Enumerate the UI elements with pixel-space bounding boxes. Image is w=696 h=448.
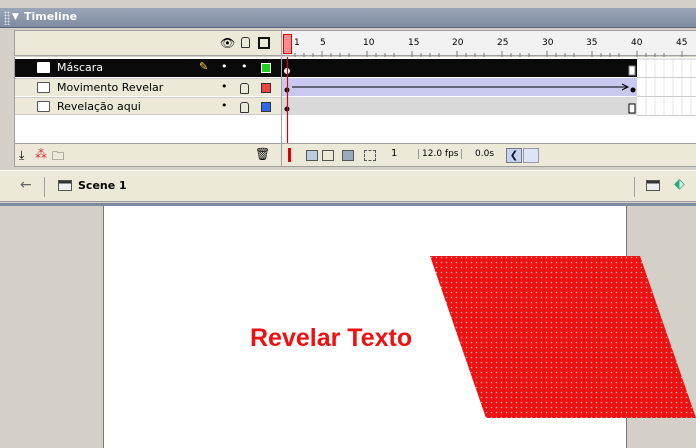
reveal-text[interactable]: Revelar Texto	[250, 324, 412, 353]
grip-handle-icon[interactable]	[4, 11, 10, 25]
center-frame-icon[interactable]	[288, 148, 291, 162]
edit-scene-icon[interactable]	[646, 180, 660, 191]
lock-dot[interactable]: •	[241, 60, 248, 73]
frame-ruler[interactable]: 1 5 10 15 20 25 30 35 40 45	[282, 30, 696, 57]
visibility-dot[interactable]: •	[221, 99, 228, 112]
visibility-dot[interactable]: •	[221, 60, 228, 73]
pencil-icon[interactable]: ✎	[199, 60, 208, 73]
delete-layer-icon[interactable]: 🗑	[255, 147, 270, 161]
frames-grid	[282, 57, 696, 143]
eye-icon[interactable]: 👁	[220, 36, 235, 50]
timeline-title-bar[interactable]: ▼ Timeline	[0, 8, 696, 28]
onion-outline-icon[interactable]	[322, 150, 334, 161]
frame-number: 30	[542, 38, 554, 48]
horizontal-scrollbar-thumb[interactable]	[523, 148, 539, 163]
frame-number: 1	[294, 38, 300, 48]
outline-icon[interactable]	[258, 37, 270, 49]
frame-number: 25	[497, 38, 509, 48]
current-frame: 1	[391, 148, 398, 159]
timeline-panel: ▼ Timeline 👁 1 5 10 15 20 25 30 35 40 45…	[0, 0, 696, 170]
separator	[44, 177, 45, 197]
frame-number: 35	[586, 38, 598, 48]
insert-layer-icon[interactable]: ⤓	[19, 148, 24, 163]
frame-number: 5	[320, 38, 326, 48]
layer-row[interactable]: Revelação aqui •	[15, 97, 281, 115]
edit-multiple-frames-icon[interactable]	[342, 150, 354, 161]
scroll-left-button[interactable]: ❮	[506, 148, 522, 163]
elapsed-time: 0.0s	[475, 149, 495, 159]
frame-number: 15	[408, 38, 420, 48]
layer-row[interactable]: Movimento Revelar •	[15, 78, 281, 96]
layer-icon	[37, 62, 50, 73]
modify-onion-markers-icon[interactable]	[364, 150, 376, 161]
layer-color-swatch[interactable]	[261, 102, 271, 112]
playhead[interactable]	[283, 34, 292, 54]
frame-number: 20	[452, 38, 464, 48]
layer-toolbar: ⤓ ⁂ 🗀 🗑	[14, 143, 282, 167]
layer-name: Movimento Revelar	[57, 81, 164, 94]
mask-parallelogram[interactable]	[430, 256, 696, 418]
clapper-icon	[58, 180, 72, 191]
timeline-title: Timeline	[24, 10, 78, 23]
visibility-dot[interactable]: •	[221, 80, 228, 93]
lock-icon[interactable]	[240, 102, 249, 113]
layer-icon	[37, 101, 50, 112]
scene-name[interactable]: Scene 1	[78, 179, 127, 192]
add-motion-guide-icon[interactable]: ⁂	[35, 147, 47, 161]
collapse-arrow-icon[interactable]: ▼	[12, 12, 19, 22]
layer-name: Revelação aqui	[57, 100, 141, 113]
onion-skin-icon[interactable]	[306, 150, 318, 161]
frame-rate[interactable]: 12.0 fps	[418, 149, 463, 159]
lock-icon[interactable]	[241, 37, 250, 48]
layer-color-swatch[interactable]	[261, 83, 271, 93]
frame-status-bar: 1 12.0 fps 0.0s ❮	[282, 143, 696, 167]
layer-header: 👁	[14, 30, 282, 56]
layer-list: Máscara ✎ • • Movimento Revelar • Revela…	[14, 57, 282, 143]
layer-row[interactable]: Máscara ✎ • •	[15, 59, 281, 77]
edit-bar: ← Scene 1 ⬖	[0, 170, 696, 202]
frames-area[interactable]	[282, 57, 696, 143]
stage-area: Revelar Texto	[0, 203, 696, 448]
insert-folder-icon[interactable]: 🗀	[52, 147, 64, 168]
separator	[634, 177, 635, 197]
edit-symbols-icon[interactable]: ⬖	[674, 176, 685, 192]
layer-color-swatch[interactable]	[261, 63, 271, 73]
lock-icon[interactable]	[240, 83, 249, 94]
layer-icon	[37, 82, 50, 93]
frame-number: 40	[631, 38, 643, 48]
frame-number: 45	[676, 38, 688, 48]
frame-number: 10	[363, 38, 375, 48]
back-arrow-icon[interactable]: ←	[20, 177, 32, 193]
layer-name: Máscara	[57, 61, 104, 74]
